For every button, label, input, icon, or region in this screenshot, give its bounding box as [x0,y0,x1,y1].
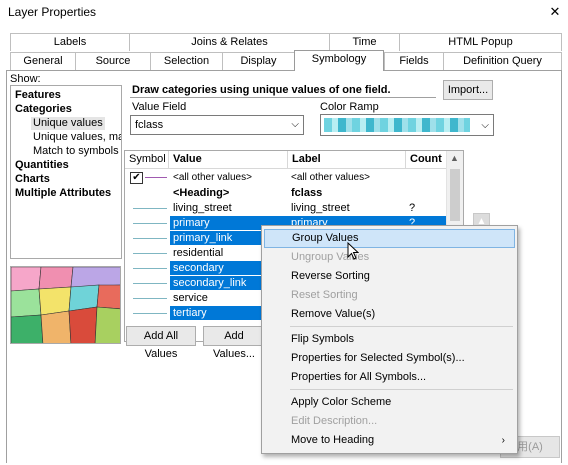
tab-display[interactable]: Display [223,52,295,70]
tab-labels[interactable]: Labels [10,33,130,51]
description-underline [130,97,436,98]
tab-html-popup[interactable]: HTML Popup [400,33,562,51]
menu-separator [290,389,513,390]
mouse-cursor-icon [347,241,360,263]
menu-item-remove-values[interactable]: Remove Value(s) [264,305,515,324]
map-preview-image [10,266,121,344]
symbol-line [133,208,167,209]
value-cell: primary_link [173,232,233,244]
menu-item-group-values[interactable]: Group Values [264,229,515,248]
column-header-symbol[interactable]: Symbol [125,151,169,169]
column-header-label[interactable]: Label [288,151,406,169]
menu-item-properties-selected[interactable]: Properties for Selected Symbol(s)... [264,349,515,368]
tab-general[interactable]: General [10,52,76,70]
label-cell: fclass [291,187,323,199]
table-row[interactable]: <Heading> fclass [125,186,447,200]
menu-item-reset-sorting[interactable]: Reset Sorting [264,286,515,305]
menu-item-move-to-heading[interactable]: Move to Heading › [264,431,515,450]
checkbox-icon[interactable]: ✔ [130,172,143,184]
symbol-line [133,268,167,269]
count-cell: ? [409,202,416,214]
symbol-line [133,253,167,254]
value-cell: <Heading> [173,187,230,199]
menu-item-edit-description[interactable]: Edit Description... [264,412,515,431]
table-row[interactable]: living_street living_street ? [125,201,447,215]
value-cell: secondary_link [173,277,247,289]
menu-item-apply-color-scheme[interactable]: Apply Color Scheme [264,393,515,412]
scroll-thumb[interactable] [450,169,460,221]
context-menu: Group Values Ungroup Values Reverse Sort… [261,225,518,454]
chevron-right-icon: › [501,435,505,446]
menu-item-ungroup-values[interactable]: Ungroup Values [264,248,515,267]
menu-item-reverse-sorting[interactable]: Reverse Sorting [264,267,515,286]
scroll-up-icon[interactable]: ▲ [450,153,459,163]
label-cell: living_street [291,202,350,214]
tab-symbology[interactable]: Symbology [294,50,384,71]
chevron-down-icon: ⌵ [481,120,489,131]
value-cell: service [173,292,208,304]
symbol-line [145,177,167,178]
value-field-label: Value Field [132,101,187,113]
tree-item-charts[interactable]: Charts [15,173,50,186]
symbol-line [133,283,167,284]
close-icon[interactable]: ✕ [548,4,562,20]
table-row[interactable]: ✔ <all other values> <all other values> [125,171,447,185]
symbol-line [133,238,167,239]
value-cell: residential [173,247,224,259]
menu-item-properties-all[interactable]: Properties for All Symbols... [264,368,515,387]
tree-item-unique-values[interactable]: Unique values [31,117,105,130]
tab-source[interactable]: Source [76,52,151,70]
tree-item-categories[interactable]: Categories [15,103,72,116]
menu-separator [290,326,513,327]
color-ramp-swatch [324,118,470,132]
tree-item-match-to-symbols[interactable]: Match to symbols in a [33,145,121,158]
menu-item-flip-symbols[interactable]: Flip Symbols [264,330,515,349]
tab-fields[interactable]: Fields [384,52,444,70]
import-button[interactable]: Import... [443,80,493,100]
value-cell: primary [173,217,210,229]
tree-item-quantities[interactable]: Quantities [15,159,69,172]
tree-item-multiple-attributes[interactable]: Multiple Attributes [15,187,111,200]
column-header-value[interactable]: Value [169,151,288,169]
menu-item-move-to-heading-label: Move to Heading [291,434,375,446]
symbol-line [133,223,167,224]
tab-joins-relates[interactable]: Joins & Relates [130,33,330,51]
tab-time[interactable]: Time [330,33,400,51]
tab-definition-query[interactable]: Definition Query [444,52,562,70]
value-cell: tertiary [173,307,207,319]
value-field-value: fclass [135,119,164,131]
value-cell: <all other values> [173,172,252,183]
label-cell: <all other values> [291,172,370,183]
add-values-button[interactable]: Add Values... [203,326,265,360]
window-title: Layer Properties [8,5,97,19]
value-field-select[interactable]: fclass ⌵ [130,115,304,135]
column-header-count[interactable]: Count [406,151,447,169]
tree-item-features[interactable]: Features [15,89,61,102]
description-text: Draw categories using unique values of o… [132,84,391,96]
value-cell: living_street [173,202,232,214]
chevron-down-icon: ⌵ [291,119,299,130]
color-ramp-select[interactable]: ⌵ [320,114,494,136]
symbol-line [133,298,167,299]
tab-selection[interactable]: Selection [151,52,223,70]
value-cell: secondary [173,262,224,274]
symbol-line [133,313,167,314]
show-label: Show: [10,73,41,85]
color-ramp-label: Color Ramp [320,101,379,113]
show-tree[interactable]: Features Categories Unique values Unique… [10,85,122,259]
add-all-values-button[interactable]: Add All Values [126,326,196,360]
tree-item-unique-values-many[interactable]: Unique values, many [33,131,121,144]
